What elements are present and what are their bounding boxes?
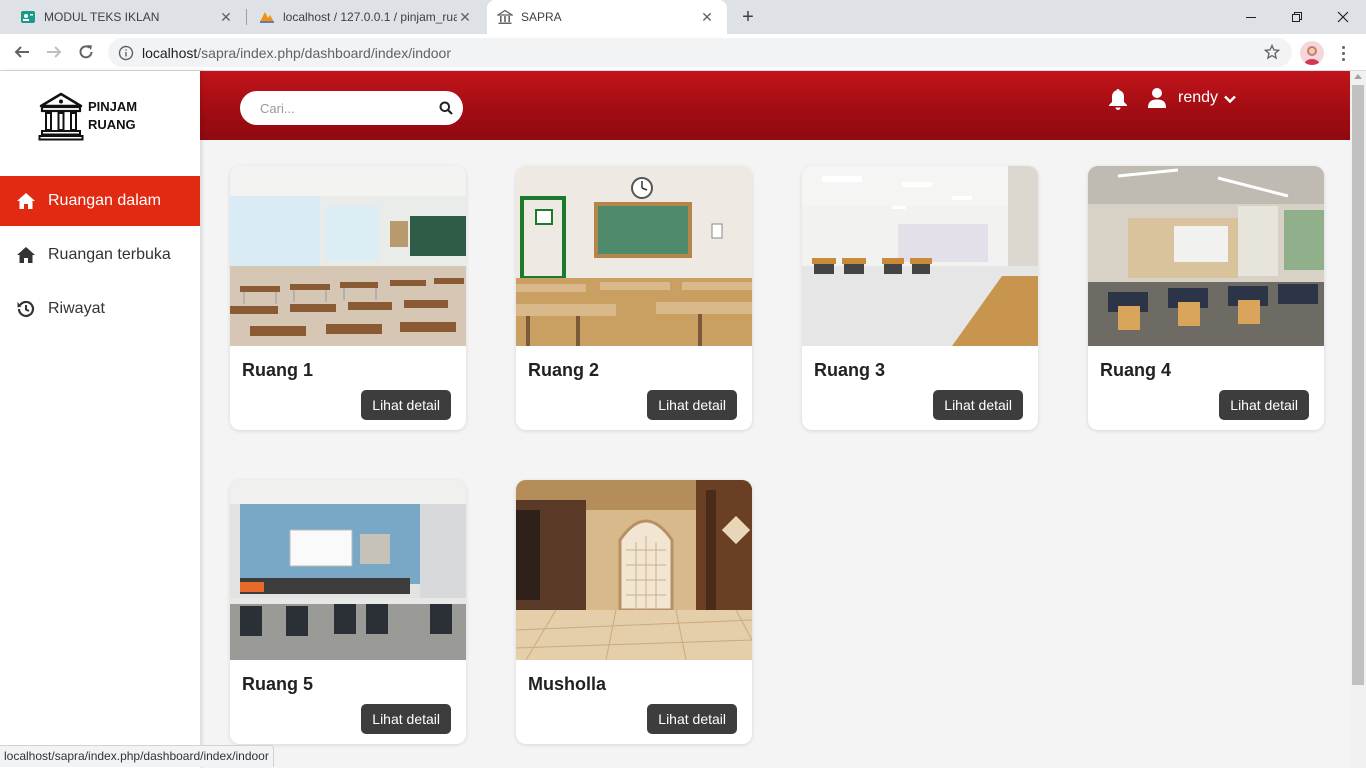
- classroom-photo: [230, 480, 466, 660]
- home-icon: [16, 191, 36, 211]
- lihat-detail-button[interactable]: Lihat detail: [933, 390, 1023, 420]
- prayer-room-photo: [516, 480, 752, 660]
- sidebar-item-label: Ruangan terbuka: [48, 246, 171, 263]
- address-bar[interactable]: localhost/sapra/index.php/dashboard/inde…: [108, 38, 1292, 67]
- lihat-detail-button[interactable]: Lihat detail: [361, 704, 451, 734]
- classroom-icon: [20, 9, 36, 25]
- sidebar-item-label: Ruangan dalam: [48, 192, 161, 209]
- top-header: rendy: [200, 71, 1350, 140]
- room-name: Musholla: [528, 674, 607, 694]
- lihat-detail-button[interactable]: Lihat detail: [361, 390, 451, 420]
- url-text: localhost/sapra/index.php/dashboard/inde…: [142, 44, 452, 61]
- room-name: Ruang 1: [242, 360, 314, 380]
- scroll-up-arrow[interactable]: [1354, 74, 1362, 79]
- bell-icon[interactable]: [1106, 87, 1130, 111]
- forward-arrow-icon: [47, 46, 62, 58]
- restore-button[interactable]: [1274, 0, 1320, 34]
- close-window-button[interactable]: [1320, 0, 1366, 34]
- room-name: Ruang 2: [528, 360, 600, 380]
- browser-toolbar: localhost/sapra/index.php/dashboard/inde…: [0, 34, 1366, 71]
- minimize-button[interactable]: [1228, 0, 1274, 34]
- browser-menu-button[interactable]: [1335, 41, 1351, 65]
- browser-tab-title: MODUL TEKS IKLAN: [44, 10, 160, 24]
- username: rendy: [1178, 89, 1219, 106]
- user-menu[interactable]: rendy: [1146, 87, 1237, 109]
- classroom-photo: [516, 166, 752, 346]
- room-card: Ruang 4 Lihat detail: [1088, 166, 1324, 430]
- search-input[interactable]: [260, 100, 430, 116]
- forward-button[interactable]: [42, 40, 66, 64]
- link-status-bar: localhost/sapra/index.php/dashboard/inde…: [0, 745, 274, 767]
- room-card: Ruang 3 Lihat detail: [802, 166, 1038, 430]
- browser-tab-title: SAPRA: [521, 10, 562, 24]
- page-scrollbar[interactable]: [1350, 71, 1366, 768]
- logo-text: PINJAM RUANG: [88, 99, 138, 132]
- back-button[interactable]: [10, 40, 34, 64]
- close-tab-icon[interactable]: ✕: [218, 9, 234, 25]
- building-logo-icon: [38, 92, 84, 141]
- classroom-photo: [802, 166, 1038, 346]
- reload-icon: [79, 45, 93, 59]
- bookmark-star-icon[interactable]: [1264, 44, 1280, 60]
- new-tab-button[interactable]: +: [736, 5, 760, 29]
- home-icon: [16, 245, 36, 265]
- browser-tab-title: localhost / 127.0.0.1 / pinjam_rua: [283, 10, 457, 24]
- bank-icon: [497, 9, 513, 25]
- room-card: Musholla Lihat detail: [516, 480, 752, 744]
- info-icon[interactable]: [118, 45, 134, 61]
- browser-tab-phpmyadmin[interactable]: localhost / 127.0.0.1 / pinjam_rua ✕: [247, 0, 485, 34]
- phpmyadmin-icon: [259, 9, 275, 25]
- room-card: Ruang 5 Lihat detail: [230, 480, 466, 744]
- history-icon: [16, 299, 36, 319]
- classroom-photo: [1088, 166, 1324, 346]
- browser-tab-sapra[interactable]: SAPRA ✕: [487, 0, 727, 34]
- sidebar-item-label: Riwayat: [48, 300, 105, 317]
- room-name: Ruang 5: [242, 674, 314, 694]
- search-box: [240, 91, 463, 125]
- classroom-photo: [230, 166, 466, 346]
- room-name: Ruang 3: [814, 360, 886, 380]
- room-card: Ruang 1 Lihat detail: [230, 166, 466, 430]
- close-tab-icon[interactable]: ✕: [699, 9, 715, 25]
- reload-button[interactable]: [74, 40, 98, 64]
- chevron-down-icon: [1224, 95, 1236, 104]
- sidebar-item-riwayat[interactable]: Riwayat: [0, 284, 200, 334]
- back-arrow-icon: [14, 46, 29, 58]
- sidebar-item-ruangan-dalam[interactable]: Ruangan dalam: [0, 176, 200, 226]
- sidebar-item-ruangan-terbuka[interactable]: Ruangan terbuka: [0, 230, 200, 280]
- scrollbar-thumb[interactable]: [1352, 85, 1364, 685]
- profile-avatar[interactable]: [1300, 41, 1324, 65]
- room-name: Ruang 4: [1100, 360, 1172, 380]
- close-tab-icon[interactable]: ✕: [457, 9, 473, 25]
- sidebar: PINJAM RUANG Ruangan dalam Ruangan terbu…: [0, 71, 200, 768]
- user-icon: [1148, 88, 1166, 108]
- browser-tab-strip: MODUL TEKS IKLAN ✕ localhost / 127.0.0.1…: [0, 0, 1366, 34]
- lihat-detail-button[interactable]: Lihat detail: [1219, 390, 1309, 420]
- lihat-detail-button[interactable]: Lihat detail: [647, 390, 737, 420]
- room-card: Ruang 2 Lihat detail: [516, 166, 752, 430]
- browser-tab-modul[interactable]: MODUL TEKS IKLAN ✕: [0, 0, 246, 34]
- app-logo[interactable]: PINJAM RUANG: [38, 91, 137, 141]
- lihat-detail-button[interactable]: Lihat detail: [647, 704, 737, 734]
- search-icon[interactable]: [439, 101, 453, 115]
